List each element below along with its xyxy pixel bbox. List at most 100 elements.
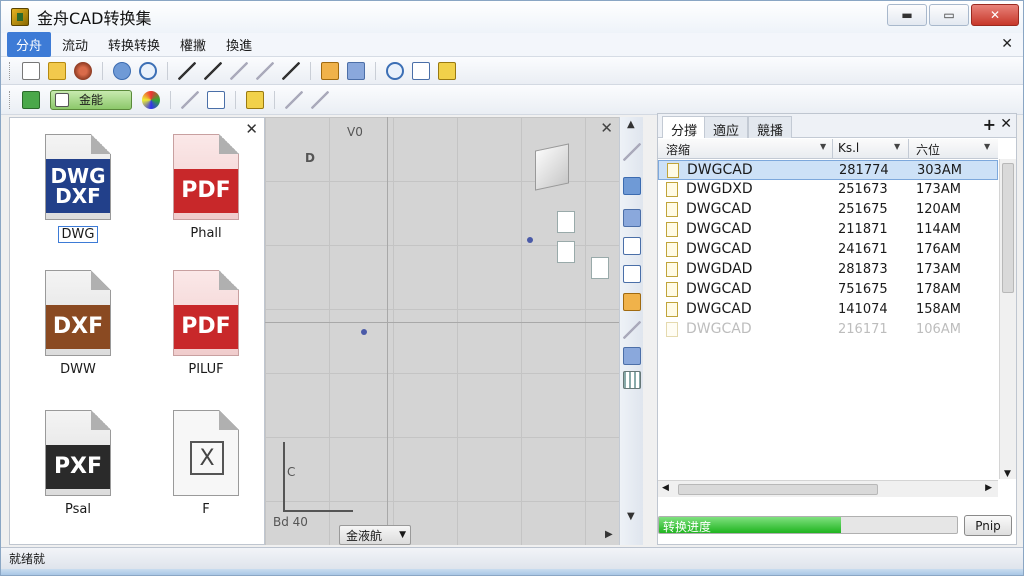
chevron-down-icon[interactable]: ▼	[984, 142, 990, 151]
color-tool-icon[interactable]	[623, 293, 641, 311]
measure-icon[interactable]	[181, 90, 199, 109]
toolbar-grip[interactable]	[9, 90, 12, 109]
document-close-button[interactable]: ✕	[1001, 36, 1013, 52]
file-icon	[666, 182, 678, 197]
file-row[interactable]: DWGCAD 211871 114AM	[658, 220, 998, 240]
file-list-vertical-scrollbar[interactable]: ▼	[999, 159, 1016, 479]
nav-widget-icon[interactable]	[557, 211, 575, 233]
window-icon[interactable]	[412, 61, 430, 80]
copy-icon[interactable]	[207, 90, 225, 109]
menu-item-3[interactable]: 转换转换	[99, 32, 169, 57]
file-icon	[667, 163, 679, 178]
file-row[interactable]: DWGDXD 251673 173AM	[658, 180, 998, 200]
view-cube-icon[interactable]	[535, 143, 569, 191]
layer-manager-icon[interactable]	[347, 61, 365, 80]
fill-tool-icon[interactable]	[623, 209, 641, 227]
column-header-time[interactable]: 六位	[916, 141, 940, 158]
file-row[interactable]: DWGCAD 216171 106AM	[658, 320, 998, 340]
format-pxf[interactable]: PXF Psal	[28, 410, 128, 517]
file-size: 216171	[838, 322, 888, 337]
column-header-size[interactable]: Ks.l	[838, 141, 859, 155]
file-size: 211871	[838, 222, 888, 237]
table-tool-icon[interactable]	[623, 371, 641, 389]
scroll-down-icon[interactable]: ▼	[1004, 469, 1011, 479]
add-file-icon[interactable]	[22, 90, 40, 109]
panel-close-icon[interactable]: ✕	[1000, 116, 1012, 132]
select-arrow-icon[interactable]	[178, 61, 196, 80]
align-icon[interactable]	[285, 90, 303, 109]
file-icon	[666, 302, 678, 317]
redo-icon[interactable]	[230, 61, 248, 80]
chevron-down-icon[interactable]: ▼	[820, 142, 826, 151]
app-logo-icon	[11, 8, 29, 26]
layer-icon[interactable]	[321, 61, 339, 80]
hatch-tool-icon[interactable]	[623, 347, 641, 365]
strip-scroll-up-icon[interactable]: ▲	[627, 119, 635, 130]
format-pdf-2[interactable]: PDF PILUF	[156, 270, 256, 377]
format-dwg-dxf[interactable]: DWG DXF DWG	[28, 134, 128, 243]
file-list-horizontal-scrollbar[interactable]: ◀ ▶	[658, 480, 998, 497]
scroll-right-icon[interactable]: ▶	[985, 483, 992, 493]
convert-all-button[interactable]: 金能	[50, 89, 132, 110]
chevron-down-icon[interactable]: ▼	[894, 142, 900, 151]
nav-widget-icon[interactable]	[591, 257, 609, 279]
move-icon[interactable]	[311, 90, 329, 109]
text-tool-icon[interactable]	[623, 237, 641, 255]
search-icon[interactable]	[386, 61, 404, 80]
new-file-icon[interactable]	[22, 61, 40, 80]
scrollbar-thumb[interactable]	[678, 484, 878, 495]
tab-3[interactable]: 競播	[748, 116, 793, 139]
scroll-left-icon[interactable]: ◀	[662, 483, 669, 493]
column-header-name[interactable]: 溶缩	[666, 141, 690, 158]
block-tool-icon[interactable]	[623, 265, 641, 283]
file-row[interactable]: DWGDAD 281873 173AM	[658, 260, 998, 280]
pen-tool-icon[interactable]	[623, 177, 641, 195]
file-row[interactable]: DWGCAD 751675 178AM	[658, 280, 998, 300]
open-folder-icon[interactable]	[48, 61, 66, 80]
format-pdf[interactable]: PDF Phall	[156, 134, 256, 241]
app-window: 金舟CAD转换集 ▬ ▭ ✕ 分舟 流动 转换转换 權撇 換進 ✕ 金能 ✕ D…	[0, 0, 1024, 576]
pick-icon[interactable]	[282, 61, 300, 80]
zoom-icon[interactable]	[139, 61, 157, 80]
file-name: DWGDAD	[686, 261, 753, 277]
tab-2[interactable]: 適应	[704, 116, 749, 139]
x-glyph-icon: X	[190, 441, 224, 475]
menu-item-1[interactable]: 分舟	[7, 32, 52, 57]
strip-scroll-down-icon[interactable]: ▼	[627, 511, 635, 522]
file-row[interactable]: DWGCAD 251675 120AM	[658, 200, 998, 220]
minimize-button[interactable]: ▬	[887, 4, 927, 26]
canvas-close-icon[interactable]: ✕	[600, 119, 613, 137]
file-row[interactable]: DWGCAD 241671 176AM	[658, 240, 998, 260]
add-tab-icon[interactable]: +	[983, 115, 996, 134]
scrollbar-thumb[interactable]	[1002, 163, 1014, 293]
file-row[interactable]: DWGCAD 141074 158AM	[658, 300, 998, 320]
maximize-button[interactable]: ▭	[929, 4, 969, 26]
close-button[interactable]: ✕	[971, 4, 1019, 26]
drawing-canvas[interactable]: ✕ V0 D C Bd 40 金液航 ▼	[265, 117, 619, 545]
line-tool-icon[interactable]	[623, 143, 641, 161]
tab-1[interactable]: 分撐	[662, 116, 707, 139]
canvas-scroll-right-icon[interactable]: ▶	[605, 529, 613, 540]
color-icon[interactable]	[142, 90, 160, 109]
highlight-icon[interactable]	[246, 90, 264, 109]
edit-icon[interactable]	[438, 61, 456, 80]
nav-widget-icon[interactable]	[557, 241, 575, 263]
menu-item-5[interactable]: 換進	[217, 32, 261, 57]
canvas-point	[361, 329, 367, 335]
save-disk-icon[interactable]	[74, 61, 92, 80]
repeat-icon[interactable]	[256, 61, 274, 80]
menu-item-2[interactable]: 流动	[53, 32, 97, 57]
menu-bar: 分舟 流动 转换转换 權撇 換進 ✕	[1, 32, 1023, 57]
link-icon[interactable]	[113, 61, 131, 80]
format-excel[interactable]: X F	[156, 410, 256, 517]
menu-item-4[interactable]: 權撇	[171, 32, 215, 57]
column-divider[interactable]	[908, 139, 909, 159]
file-row[interactable]: DWGCAD 281774 303AM	[658, 160, 998, 180]
format-dxf[interactable]: DXF DWW	[28, 270, 128, 377]
view-mode-select[interactable]: 金液航 ▼	[339, 525, 411, 545]
undo-icon[interactable]	[204, 61, 222, 80]
toolbar-grip[interactable]	[9, 61, 12, 80]
progress-action-button[interactable]: Pnip	[964, 515, 1012, 536]
column-divider[interactable]	[832, 139, 833, 159]
trim-tool-icon[interactable]	[623, 321, 641, 339]
